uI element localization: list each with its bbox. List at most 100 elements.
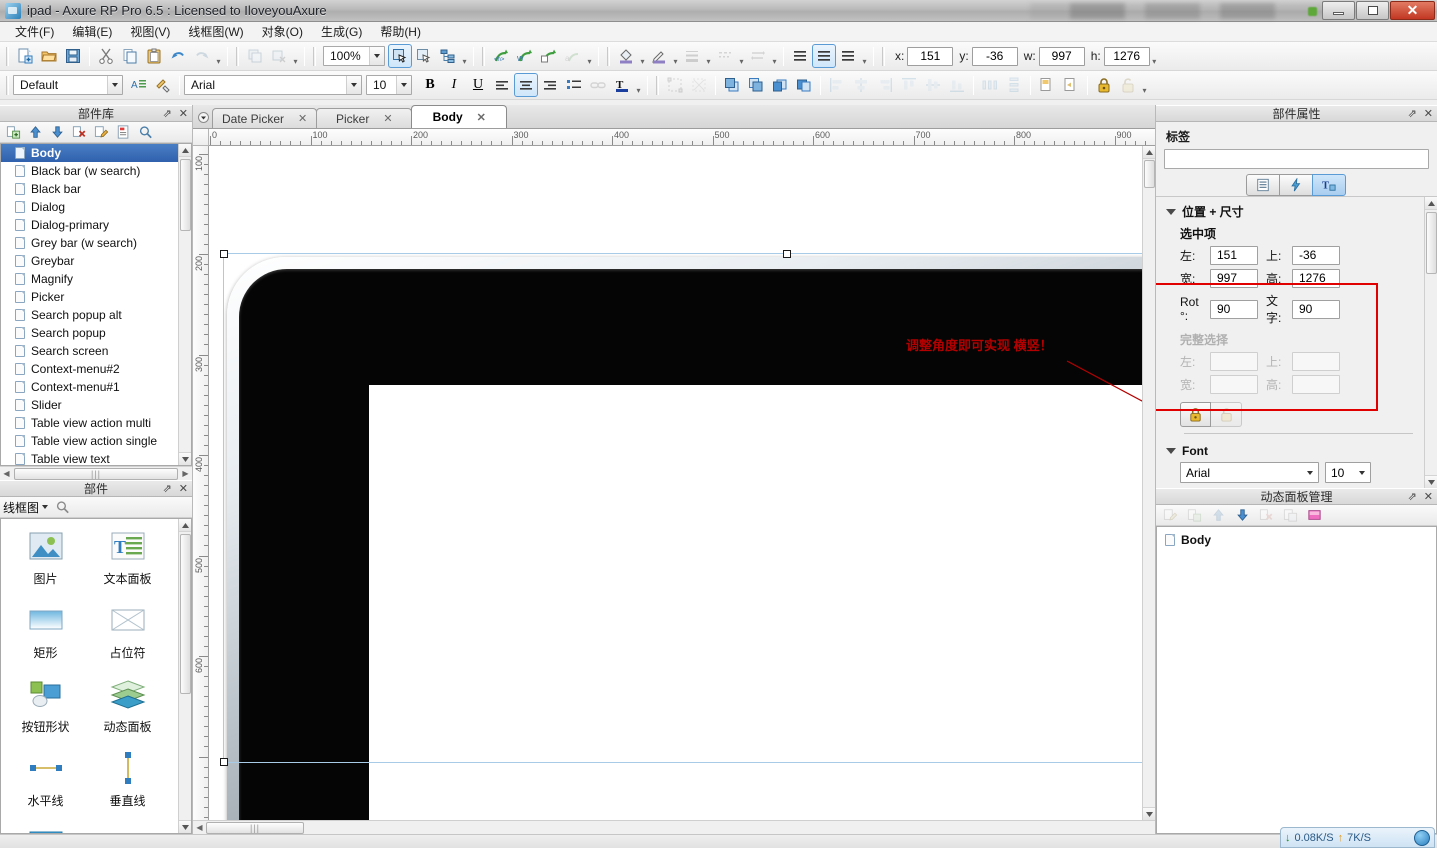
library-item[interactable]: Dialog-primary	[1, 216, 191, 234]
toolbar-grip[interactable]	[236, 46, 239, 66]
chevron-down-icon[interactable]: ▾	[737, 45, 746, 67]
lock-icon[interactable]	[1180, 402, 1211, 427]
toolbar-overflow[interactable]: ▾	[860, 45, 869, 67]
align-center-h-icon[interactable]	[849, 73, 873, 97]
widget-library-list[interactable]: Body Black bar (w search) Black bar Dialog D…	[0, 143, 192, 466]
library-item[interactable]: Dialog	[1, 198, 191, 216]
close-icon[interactable]: ✕	[1424, 107, 1433, 120]
align-top-icon[interactable]	[897, 73, 921, 97]
left-input[interactable]: 151	[1210, 246, 1258, 265]
menu-view[interactable]: 视图(V)	[121, 21, 179, 42]
widget-textfield[interactable]: abc	[90, 823, 165, 833]
redo-icon[interactable]	[190, 44, 214, 68]
export-html-icon[interactable]: <h>	[489, 44, 513, 68]
widget-hotspot[interactable]	[8, 823, 83, 833]
maximize-button[interactable]	[1356, 1, 1389, 20]
move-up-icon[interactable]	[1208, 506, 1228, 524]
line-width-icon[interactable]	[680, 44, 704, 68]
canvas-scroll-thumb[interactable]	[1144, 160, 1155, 188]
scroll-up-icon[interactable]	[179, 519, 191, 532]
format-painter-icon[interactable]	[151, 73, 175, 97]
horizontal-ruler[interactable]: 0 100 200 300 400 500 600 700 800 900	[209, 129, 1155, 146]
widget-source-combo[interactable]: 线框图	[3, 499, 49, 516]
search-icon[interactable]	[135, 123, 155, 141]
properties-scroll-thumb[interactable]	[1426, 212, 1437, 274]
properties-body[interactable]: 位置 + 尺寸 选中项 左: 151 上: -36 宽: 997 高: 1276…	[1156, 196, 1437, 488]
remove-format-icon[interactable]	[267, 44, 291, 68]
text-rotation-input[interactable]: 90	[1292, 299, 1340, 319]
scroll-left-icon[interactable]: ◀	[193, 823, 206, 832]
library-horizontal-scrollbar[interactable]: ◀ ||| ▶	[0, 466, 192, 480]
rotation-input[interactable]: 90	[1210, 299, 1258, 319]
edit-library-icon[interactable]	[91, 123, 111, 141]
widget-text-panel[interactable]: T 文本面板	[90, 527, 165, 587]
chevron-down-icon[interactable]	[1354, 470, 1370, 475]
toolbar-grip[interactable]	[656, 75, 659, 95]
send-backward-icon[interactable]	[792, 73, 816, 97]
add-library-icon[interactable]	[3, 123, 23, 141]
close-icon[interactable]: ✕	[179, 107, 188, 120]
convert-dynamic-icon[interactable]	[1059, 73, 1083, 97]
toolbar-overflow[interactable]: ▾	[291, 45, 300, 67]
chevron-down-icon[interactable]	[369, 47, 384, 65]
widget-dynamic-panel[interactable]: 动态面板	[90, 675, 165, 735]
new-file-icon[interactable]	[13, 44, 37, 68]
scroll-left-icon[interactable]: ◀	[0, 467, 13, 480]
scroll-up-icon[interactable]	[1425, 197, 1437, 210]
scroll-down-icon[interactable]	[1425, 475, 1437, 488]
edit-state-icon[interactable]	[1160, 506, 1180, 524]
convert-master-icon[interactable]	[1035, 73, 1059, 97]
widgets-grid[interactable]: 图片 T 文本面板 矩形 占位符 按钮形状 动态面板 水平线 垂直线	[0, 518, 192, 834]
align-center-icon[interactable]	[514, 73, 538, 97]
library-scroll-thumb[interactable]	[180, 159, 191, 231]
chevron-down-icon[interactable]: ▾	[770, 45, 779, 67]
height-input[interactable]: 1276	[1292, 269, 1340, 288]
distribute-v-icon[interactable]	[1002, 73, 1026, 97]
font-group-header[interactable]: Font	[1156, 438, 1437, 460]
font-size-combo[interactable]: 10	[366, 75, 412, 95]
align-middle-icon[interactable]	[921, 73, 945, 97]
toolbar-grip[interactable]	[482, 46, 485, 66]
chevron-down-icon[interactable]: ▾	[704, 45, 713, 67]
float-icon[interactable]: ⇗	[163, 107, 172, 120]
widgets-vertical-scrollbar[interactable]	[178, 519, 191, 833]
library-item[interactable]: Body	[1, 144, 191, 162]
ungroup-icon[interactable]	[687, 73, 711, 97]
toolbar-overflow[interactable]: ▾	[214, 45, 223, 67]
library-item[interactable]: Magnify	[1, 270, 191, 288]
search-icon[interactable]	[52, 498, 72, 516]
tab-date-picker[interactable]: Date Picker ✕	[212, 108, 318, 128]
close-icon[interactable]: ✕	[383, 112, 392, 125]
library-item[interactable]: Table view action single	[1, 432, 191, 450]
menu-help[interactable]: 帮助(H)	[371, 21, 430, 42]
close-icon[interactable]: ✕	[477, 111, 486, 124]
align-left-icon[interactable]	[788, 44, 812, 68]
properties-vertical-scrollbar[interactable]	[1424, 197, 1437, 488]
widget-vertical-line[interactable]: 垂直线	[90, 749, 165, 809]
export-csv-icon[interactable]	[537, 44, 561, 68]
toolbar-grip[interactable]	[882, 46, 885, 66]
align-right-icon[interactable]	[538, 73, 562, 97]
float-icon[interactable]: ⇗	[1408, 490, 1417, 503]
chevron-down-icon[interactable]: ▾	[671, 45, 680, 67]
float-icon[interactable]: ⇗	[163, 482, 172, 495]
position-size-group-header[interactable]: 位置 + 尺寸	[1156, 197, 1437, 222]
export-word-icon[interactable]: W	[513, 44, 537, 68]
close-button[interactable]: ✕	[1390, 1, 1435, 20]
widget-horizontal-line[interactable]: 水平线	[8, 749, 83, 809]
duplicate-icon[interactable]	[243, 44, 267, 68]
bring-front-icon[interactable]	[720, 73, 744, 97]
chevron-down-icon[interactable]	[1166, 208, 1176, 215]
toolbar-grip[interactable]	[607, 46, 610, 66]
chevron-down-icon[interactable]	[42, 505, 49, 509]
align-bottom-icon[interactable]	[945, 73, 969, 97]
duplicate-state-icon[interactable]	[1280, 506, 1300, 524]
widget-rectangle[interactable]: 矩形	[8, 601, 83, 661]
open-folder-icon[interactable]	[37, 44, 61, 68]
formatting-tab-icon[interactable]: T	[1312, 174, 1346, 196]
scroll-up-icon[interactable]	[1143, 146, 1155, 159]
text-color-icon[interactable]: T	[610, 73, 634, 97]
align-center-icon[interactable]	[812, 44, 836, 68]
scroll-down-icon[interactable]	[179, 452, 191, 465]
bold-button[interactable]: B	[418, 73, 442, 97]
